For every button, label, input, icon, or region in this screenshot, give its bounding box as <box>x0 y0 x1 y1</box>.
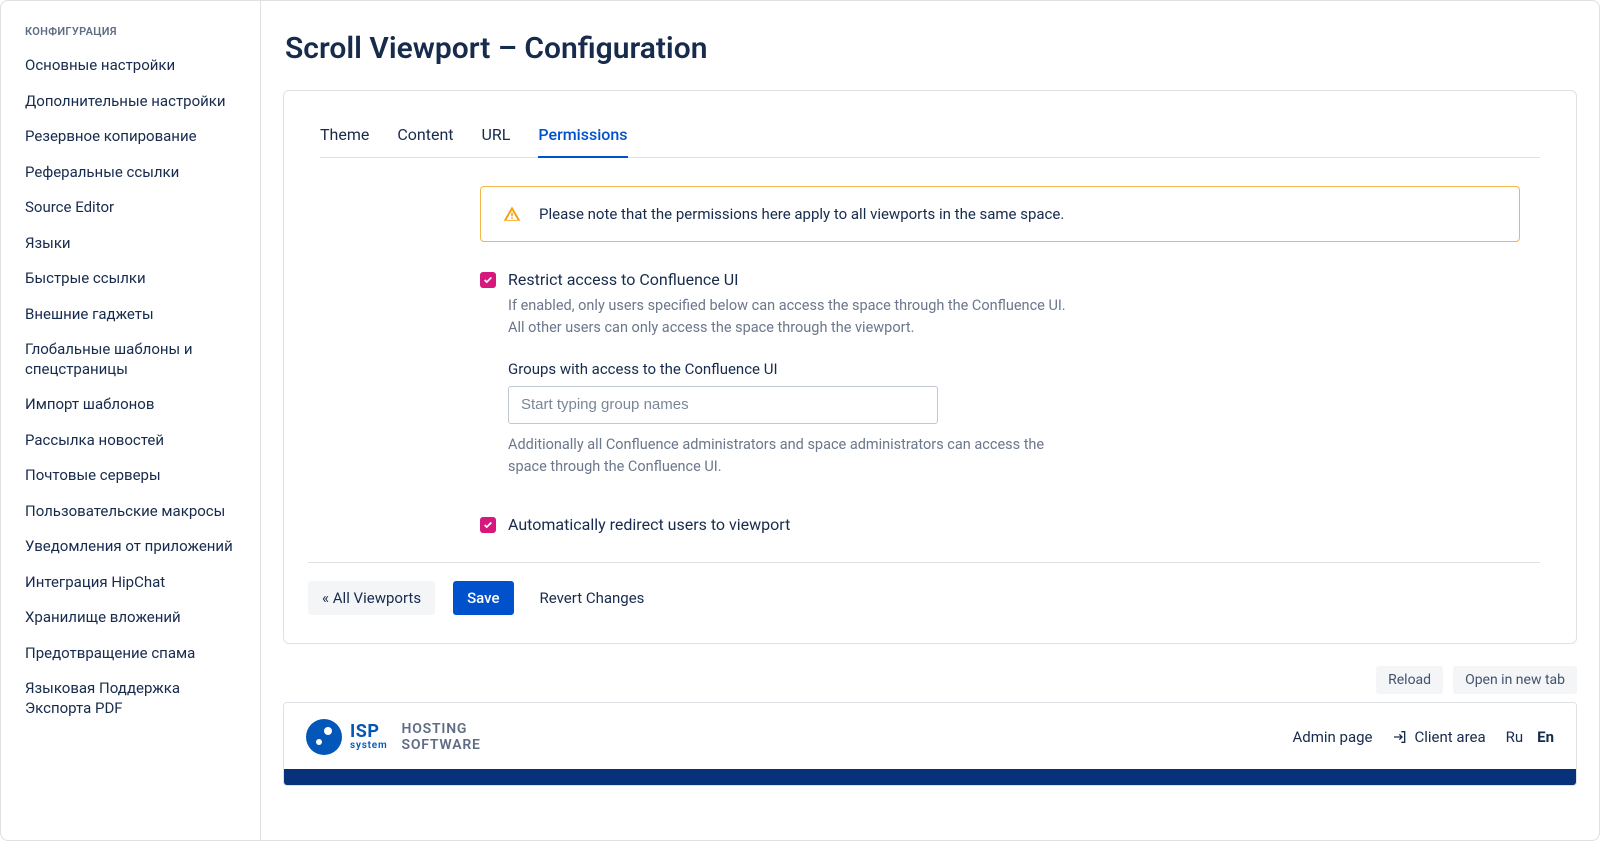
restrict-access-description: If enabled, only users specified below c… <box>508 295 1128 340</box>
auto-redirect-option: Automatically redirect users to viewport <box>480 515 1520 534</box>
restrict-access-label: Restrict access to Confluence UI <box>508 270 738 289</box>
groups-help-text: Additionally all Confluence administrato… <box>508 434 1068 479</box>
sidebar-item-user-macros[interactable]: Пользовательские макросы <box>1 494 260 530</box>
client-area-link[interactable]: Client area <box>1392 728 1485 746</box>
main-content: Scroll Viewport – Configuration Theme Co… <box>261 1 1599 840</box>
tab-permissions[interactable]: Permissions <box>538 119 627 158</box>
sidebar-item-source-editor[interactable]: Source Editor <box>1 190 260 226</box>
config-panel: Theme Content URL Permissions Please not… <box>283 90 1577 644</box>
sidebar: КОНФИГУРАЦИЯ Основные настройки Дополнит… <box>1 1 261 840</box>
sidebar-item-spam-prevention[interactable]: Предотвращение спама <box>1 636 260 672</box>
screenshot-toolbar: Reload Open in new tab <box>283 666 1577 694</box>
restrict-desc-line2: All other users can only access the spac… <box>508 319 914 336</box>
embed-card: ISP system HOSTING SOFTWARE Admin page C… <box>283 702 1577 786</box>
hosting-text-bottom: SOFTWARE <box>401 737 480 753</box>
sidebar-section-title: КОНФИГУРАЦИЯ <box>1 25 260 48</box>
sidebar-item-import-templates[interactable]: Импорт шаблонов <box>1 387 260 423</box>
groups-input[interactable] <box>508 386 938 424</box>
warning-text: Please note that the permissions here ap… <box>539 205 1064 223</box>
lang-en[interactable]: En <box>1537 728 1554 746</box>
restrict-desc-line1: If enabled, only users specified below c… <box>508 297 1066 314</box>
all-viewports-button[interactable]: « All Viewports <box>308 581 435 615</box>
auto-redirect-checkbox[interactable] <box>480 517 496 533</box>
sidebar-item-external-gadgets[interactable]: Внешние гаджеты <box>1 297 260 333</box>
tab-url[interactable]: URL <box>482 119 511 158</box>
save-button[interactable]: Save <box>453 581 513 615</box>
permissions-content: Please note that the permissions here ap… <box>320 186 1540 534</box>
embed-logo-group: ISP system HOSTING SOFTWARE <box>306 719 481 755</box>
warning-icon <box>503 205 521 223</box>
tab-content[interactable]: Content <box>397 119 453 158</box>
sidebar-item-app-notifications[interactable]: Уведомления от приложений <box>1 529 260 565</box>
sidebar-item-basic-settings[interactable]: Основные настройки <box>1 48 260 84</box>
embed-nav: Admin page Client area Ru En <box>1292 728 1554 746</box>
sidebar-item-advanced-settings[interactable]: Дополнительные настройки <box>1 84 260 120</box>
sidebar-item-referral-links[interactable]: Реферальные ссылки <box>1 155 260 191</box>
open-new-tab-button[interactable]: Open in new tab <box>1453 666 1577 694</box>
warning-notice: Please note that the permissions here ap… <box>480 186 1520 242</box>
tabs: Theme Content URL Permissions <box>320 119 1540 158</box>
sidebar-item-pdf-language-support[interactable]: Языковая Поддержка Экспорта PDF <box>1 671 260 726</box>
isp-logo: ISP system <box>306 719 387 755</box>
sidebar-item-quick-links[interactable]: Быстрые ссылки <box>1 261 260 297</box>
admin-page-link[interactable]: Admin page <box>1292 728 1372 746</box>
sidebar-item-mail-servers[interactable]: Почтовые серверы <box>1 458 260 494</box>
hosting-software-text: HOSTING SOFTWARE <box>401 721 480 753</box>
revert-changes-button[interactable]: Revert Changes <box>532 581 653 615</box>
sidebar-item-hipchat-integration[interactable]: Интеграция HipChat <box>1 565 260 601</box>
sidebar-item-backup[interactable]: Резервное копирование <box>1 119 260 155</box>
sidebar-item-global-templates[interactable]: Глобальные шаблоны и спецстраницы <box>1 332 260 387</box>
sidebar-item-news-distribution[interactable]: Рассылка новостей <box>1 423 260 459</box>
isp-logo-icon <box>306 719 342 755</box>
hosting-text-top: HOSTING <box>401 721 480 737</box>
actions-bar: « All Viewports Save Revert Changes <box>308 562 1540 615</box>
groups-field-label: Groups with access to the Confluence UI <box>508 360 1520 378</box>
isp-logo-text-bottom: system <box>350 741 387 751</box>
client-area-label: Client area <box>1414 728 1485 746</box>
auto-redirect-label: Automatically redirect users to viewport <box>508 515 790 534</box>
sidebar-item-attachment-storage[interactable]: Хранилище вложений <box>1 600 260 636</box>
tab-theme[interactable]: Theme <box>320 119 369 158</box>
lang-ru[interactable]: Ru <box>1506 728 1524 746</box>
reload-button[interactable]: Reload <box>1376 666 1443 694</box>
app-frame: КОНФИГУРАЦИЯ Основные настройки Дополнит… <box>0 0 1600 841</box>
language-switcher: Ru En <box>1506 728 1554 746</box>
embed-nav-strip <box>284 769 1576 785</box>
groups-field-group: Groups with access to the Confluence UI … <box>508 360 1520 479</box>
restrict-access-option: Restrict access to Confluence UI <box>480 270 1520 289</box>
embed-header: ISP system HOSTING SOFTWARE Admin page C… <box>284 703 1576 755</box>
page-title: Scroll Viewport – Configuration <box>283 31 1577 66</box>
login-icon <box>1392 729 1408 745</box>
sidebar-item-languages[interactable]: Языки <box>1 226 260 262</box>
isp-logo-text-top: ISP <box>350 723 387 741</box>
restrict-access-checkbox[interactable] <box>480 272 496 288</box>
